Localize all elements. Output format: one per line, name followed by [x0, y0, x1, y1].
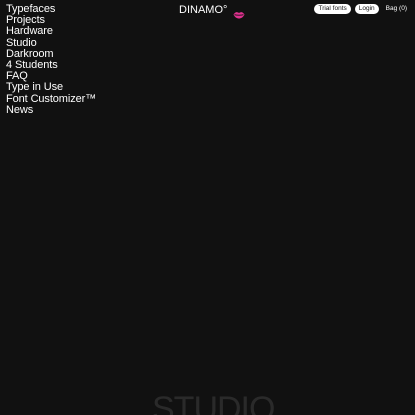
lips-icon — [233, 6, 245, 19]
login-button[interactable]: Login — [354, 4, 379, 14]
nav-list: Typefaces Projects Hardware Studio Darkr… — [6, 3, 96, 116]
nav-item-type-in-use[interactable]: Type in Use — [6, 82, 96, 93]
nav-item-hardware[interactable]: Hardware — [6, 26, 96, 37]
hero-heading: STUDIO — [152, 390, 275, 415]
trial-fonts-button[interactable]: Trial fonts — [314, 4, 351, 14]
brand-logo-text[interactable]: DINAMO° — [179, 4, 227, 16]
nav-item-news[interactable]: News — [6, 104, 96, 116]
brand[interactable]: DINAMO° — [179, 4, 245, 19]
page: Typefaces Projects Hardware Studio Darkr… — [0, 0, 415, 415]
bag-link[interactable]: Bag (0) — [386, 5, 407, 13]
header-actions: Trial fonts Login Bag (0) — [314, 4, 407, 14]
